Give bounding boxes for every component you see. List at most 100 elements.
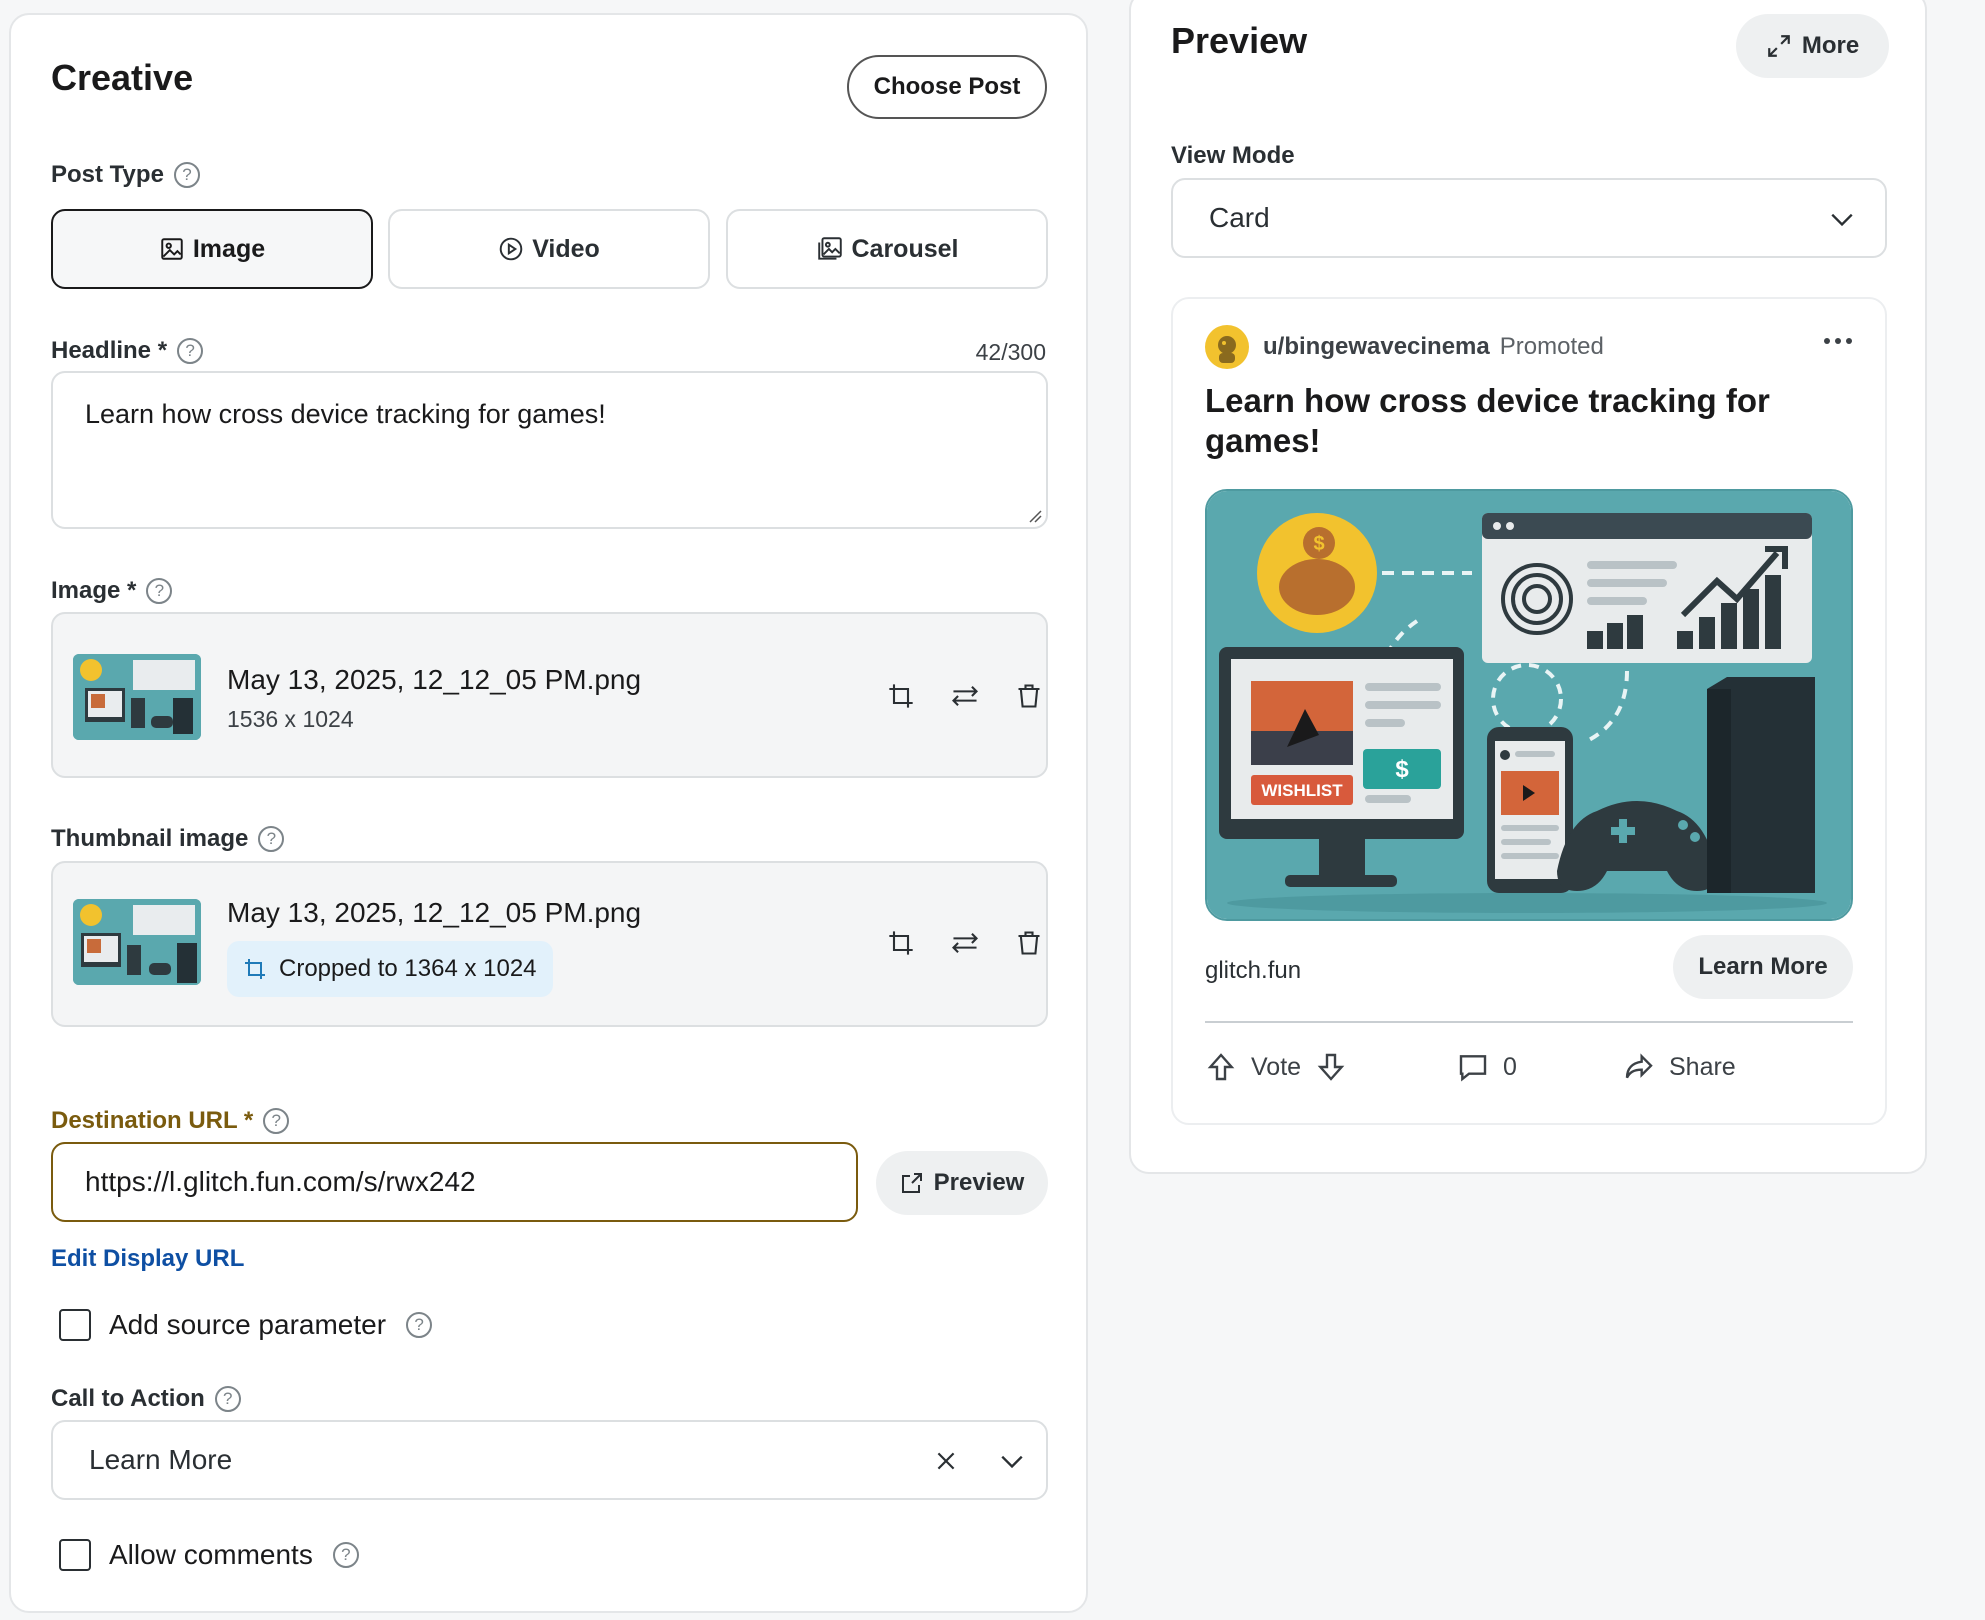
- post-type-carousel-label: Carousel: [851, 234, 959, 263]
- swap-icon[interactable]: [943, 674, 987, 718]
- trash-icon[interactable]: [1007, 921, 1051, 965]
- view-mode-select[interactable]: Card: [1171, 178, 1887, 258]
- post-type-video-button[interactable]: Video: [388, 209, 710, 289]
- headline-textarea[interactable]: Learn how cross device tracking for game…: [51, 371, 1048, 529]
- cropped-text: Cropped to 1364 x 1024: [279, 955, 537, 982]
- call-to-action-value: Learn More: [89, 1444, 233, 1475]
- comments-button[interactable]: 0: [1457, 1051, 1517, 1083]
- avatar: [1205, 325, 1249, 369]
- headline-label-text: Headline *: [51, 337, 168, 364]
- post-type-video-label: Video: [532, 234, 600, 263]
- comment-count: 0: [1503, 1052, 1517, 1081]
- add-source-parameter-label: Add source parameter: [109, 1309, 387, 1340]
- destination-url-input[interactable]: https://l.glitch.fun.com/s/rwx242: [51, 1142, 858, 1222]
- call-to-action-select[interactable]: Learn More: [51, 1420, 1048, 1500]
- post-type-carousel-button[interactable]: Carousel: [726, 209, 1048, 289]
- crop-icon[interactable]: [879, 674, 923, 718]
- add-source-parameter-row: Add source parameter ?: [59, 1309, 433, 1341]
- allow-comments-label: Allow comments: [109, 1539, 313, 1570]
- share-icon: [1625, 1053, 1653, 1079]
- card-divider: [1205, 1021, 1853, 1023]
- video-play-icon: [499, 237, 523, 261]
- allow-comments-row: Allow comments ?: [59, 1539, 359, 1571]
- chevron-down-icon: [1831, 213, 1853, 227]
- upvote-icon[interactable]: [1205, 1051, 1237, 1083]
- post-type-image-label: Image: [192, 234, 266, 263]
- carousel-icon: [817, 237, 842, 260]
- trash-icon[interactable]: [1007, 674, 1051, 718]
- call-to-action-label: Call to Action ?: [51, 1385, 241, 1413]
- promoted-post-card: u/bingewavecinema Promoted Learn how cro…: [1171, 297, 1887, 1125]
- monitor-dollar-sign: $: [1395, 756, 1409, 783]
- image-icon: [161, 238, 183, 260]
- cropped-badge: Cropped to 1364 x 1024: [227, 941, 553, 997]
- expand-icon: [1767, 35, 1790, 57]
- image-label: Image * ?: [51, 577, 173, 605]
- post-type-image-button[interactable]: Image: [51, 209, 373, 289]
- allow-comments-checkbox[interactable]: [59, 1539, 91, 1571]
- post-username[interactable]: u/bingewavecinema: [1263, 333, 1490, 361]
- post-type-label: Post Type ?: [51, 161, 200, 189]
- share-label: Share: [1669, 1052, 1736, 1081]
- destination-url-label: Destination URL * ?: [51, 1107, 290, 1135]
- vote-group: Vote: [1205, 1051, 1347, 1083]
- expand-more-button[interactable]: More: [1736, 14, 1889, 78]
- ad-image[interactable]: $ WISHLIST $: [1205, 489, 1853, 921]
- card-headline: Learn how cross device tracking for game…: [1205, 382, 1770, 459]
- image-file-dimensions: 1536 x 1024: [227, 706, 354, 732]
- headline-char-count: 42/300: [975, 339, 1046, 365]
- post-type-label-text: Post Type: [51, 161, 164, 188]
- resize-handle-icon[interactable]: [1028, 509, 1042, 523]
- call-to-action-label-text: Call to Action: [51, 1385, 205, 1412]
- help-icon[interactable]: ?: [263, 1108, 290, 1134]
- help-icon[interactable]: ?: [173, 162, 200, 188]
- promoted-tag: Promoted: [1499, 333, 1604, 360]
- image-file-name: May 13, 2025, 12_12_05 PM.png: [227, 664, 642, 695]
- image-thumbnail: [73, 654, 201, 740]
- creative-title: Creative: [51, 57, 194, 98]
- preview-title: Preview: [1171, 20, 1308, 61]
- help-icon[interactable]: ?: [332, 1542, 359, 1568]
- destination-url-label-text: Destination URL *: [51, 1107, 254, 1134]
- crop-icon: [245, 959, 265, 979]
- thumbnail-label-text: Thumbnail image: [51, 825, 249, 852]
- headline-label: Headline * ?: [51, 337, 204, 365]
- creative-panel: Creative Choose Post Post Type ? Image V…: [9, 13, 1088, 1613]
- expand-more-label: More: [1801, 32, 1860, 59]
- downvote-icon[interactable]: [1315, 1051, 1347, 1083]
- preview-panel: Preview More View Mode Card u/bingewavec…: [1129, 0, 1927, 1174]
- add-source-parameter-checkbox[interactable]: [59, 1309, 91, 1341]
- card-cta-button[interactable]: Learn More: [1673, 935, 1853, 999]
- choose-post-button[interactable]: Choose Post: [847, 55, 1047, 119]
- wishlist-badge-text: WISHLIST: [1261, 781, 1343, 800]
- thumbnail-label: Thumbnail image ?: [51, 825, 285, 853]
- thumbnail-preview: [73, 899, 201, 985]
- swap-icon[interactable]: [943, 921, 987, 965]
- thumbnail-file-name: May 13, 2025, 12_12_05 PM.png: [227, 897, 642, 928]
- clear-icon[interactable]: [933, 1448, 959, 1474]
- destination-url-value: https://l.glitch.fun.com/s/rwx242: [85, 1166, 476, 1197]
- external-link-icon: [901, 1173, 922, 1193]
- help-icon[interactable]: ?: [214, 1386, 241, 1412]
- comment-icon: [1459, 1055, 1487, 1082]
- image-upload-box: May 13, 2025, 12_12_05 PM.png 1536 x 102…: [51, 612, 1048, 778]
- piggy-dollar-sign: $: [1313, 533, 1324, 555]
- edit-display-url-link[interactable]: Edit Display URL: [51, 1245, 244, 1273]
- help-icon[interactable]: ?: [258, 826, 285, 852]
- headline-text: Learn how cross device tracking for game…: [85, 399, 606, 429]
- help-icon[interactable]: ?: [406, 1312, 433, 1338]
- thumbnail-upload-box: May 13, 2025, 12_12_05 PM.png Cropped to…: [51, 861, 1048, 1027]
- crop-icon[interactable]: [879, 921, 923, 965]
- view-mode-label: View Mode: [1171, 142, 1295, 169]
- help-icon[interactable]: ?: [177, 338, 204, 364]
- url-preview-label: Preview: [933, 1169, 1025, 1196]
- share-button[interactable]: Share: [1623, 1051, 1736, 1083]
- card-domain[interactable]: glitch.fun: [1205, 957, 1301, 985]
- view-mode-value: Card: [1209, 202, 1270, 233]
- vote-label: Vote: [1251, 1052, 1302, 1081]
- help-icon[interactable]: ?: [146, 578, 173, 604]
- more-options-icon[interactable]: [1823, 335, 1853, 347]
- image-label-text: Image *: [51, 577, 137, 604]
- chevron-down-icon[interactable]: [999, 1450, 1025, 1472]
- url-preview-button[interactable]: Preview: [876, 1151, 1048, 1215]
